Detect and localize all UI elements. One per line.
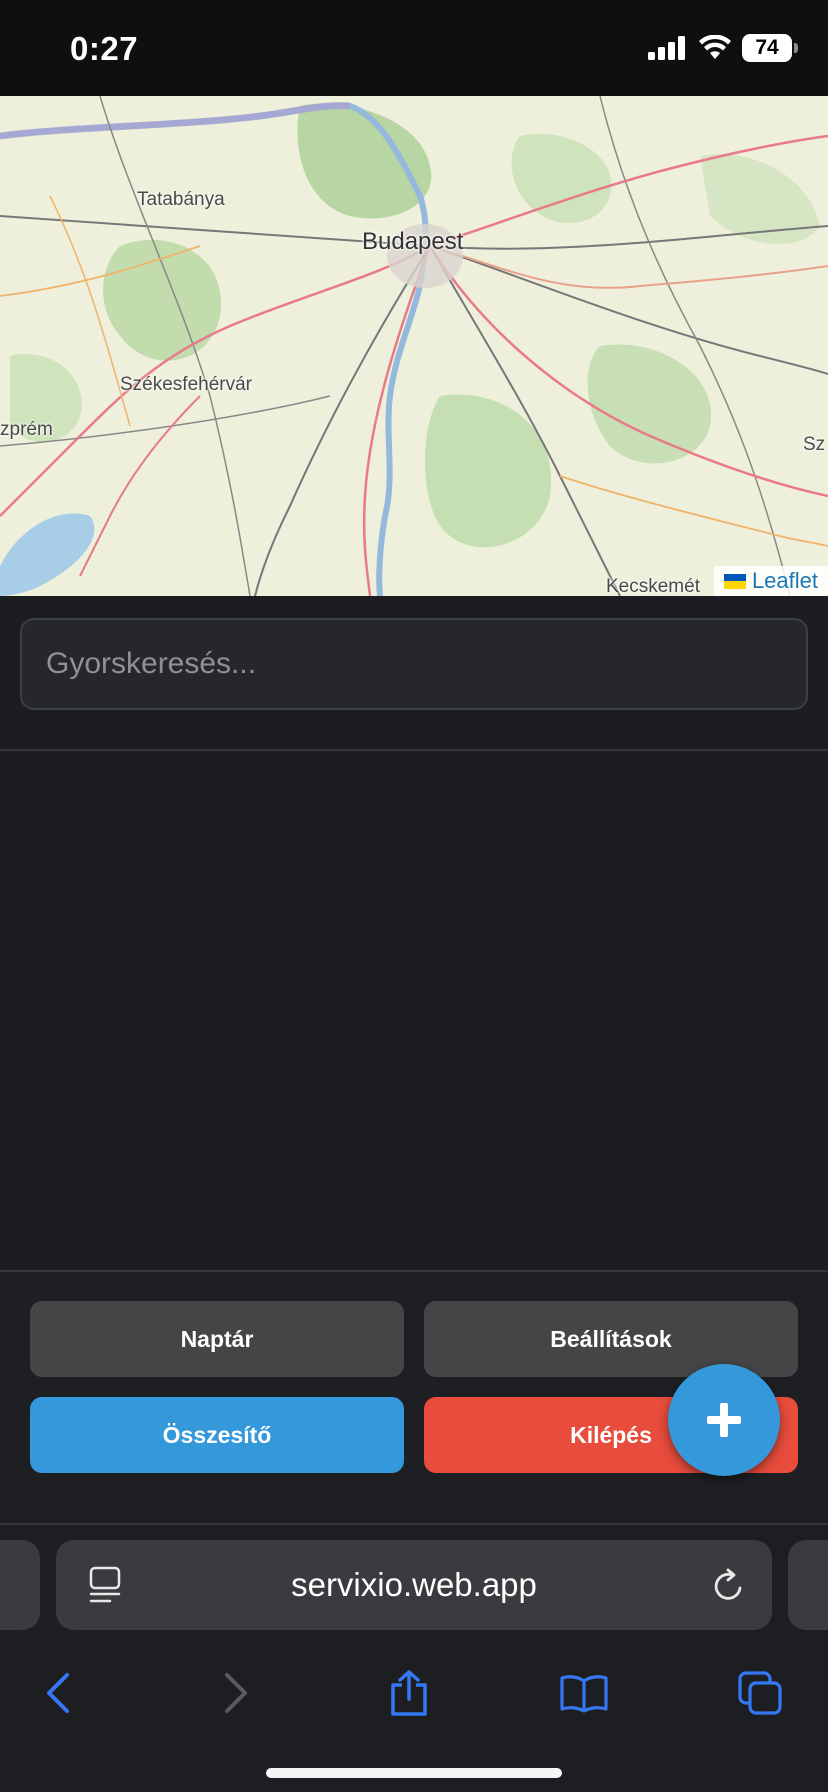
search-section [0, 596, 828, 751]
calendar-button[interactable]: Naptár [30, 1301, 404, 1377]
share-button[interactable] [379, 1663, 439, 1723]
map-label-veszprem: zprém [0, 419, 53, 440]
add-fab-button[interactable] [668, 1364, 780, 1476]
quick-search-input[interactable] [20, 618, 808, 710]
ukraine-flag-icon [723, 573, 746, 589]
back-button[interactable] [28, 1663, 88, 1723]
plus-icon [707, 1403, 741, 1437]
leaflet-link[interactable]: Leaflet [752, 568, 818, 594]
summary-button[interactable]: Összesítő [30, 1397, 404, 1473]
tabs-icon [738, 1671, 782, 1715]
status-bar: 0:27 74 [0, 0, 828, 96]
previous-tab-preview[interactable] [0, 1540, 40, 1630]
tabs-button[interactable] [730, 1663, 790, 1723]
app-screen: 0:27 74 Budapest Tatabánya Székesfehérvá… [0, 0, 828, 1792]
browser-nav-row [0, 1643, 828, 1743]
home-indicator [266, 1768, 562, 1778]
map-tiles [0, 96, 828, 596]
bookmarks-button[interactable] [554, 1663, 614, 1723]
book-icon [560, 1675, 608, 1713]
address-bar[interactable]: servixio.web.app [56, 1540, 772, 1630]
results-area [0, 751, 828, 1270]
forward-button[interactable] [206, 1663, 266, 1723]
status-time: 0:27 [70, 30, 139, 67]
map-label-kecskemet: Kecskemét [606, 576, 700, 596]
next-tab-preview[interactable] [788, 1540, 828, 1630]
map-label-budapest: Budapest [362, 228, 464, 255]
browser-toolbar: servixio.web.app [0, 1525, 828, 1792]
cellular-signal-icon [648, 36, 685, 60]
map-view[interactable]: Budapest Tatabánya Székesfehérvár zprém … [0, 96, 828, 596]
map-label-szekesfehervar: Székesfehérvár [120, 374, 253, 395]
chevron-left-icon [47, 1673, 69, 1713]
battery-level: 74 [755, 36, 779, 59]
share-icon [391, 1670, 427, 1716]
url-text: servixio.web.app [291, 1566, 537, 1603]
settings-button[interactable]: Beállítások [424, 1301, 798, 1377]
battery-icon: 74 [742, 34, 798, 62]
map-label-szolnok: Sz [803, 434, 826, 455]
map-attribution[interactable]: Leaflet [713, 566, 828, 596]
wifi-icon [699, 35, 731, 59]
status-icons: 74 [648, 34, 798, 62]
chevron-right-icon [225, 1673, 247, 1713]
reload-icon[interactable] [710, 1566, 746, 1604]
map-label-tatabanya: Tatabánya [137, 189, 225, 210]
